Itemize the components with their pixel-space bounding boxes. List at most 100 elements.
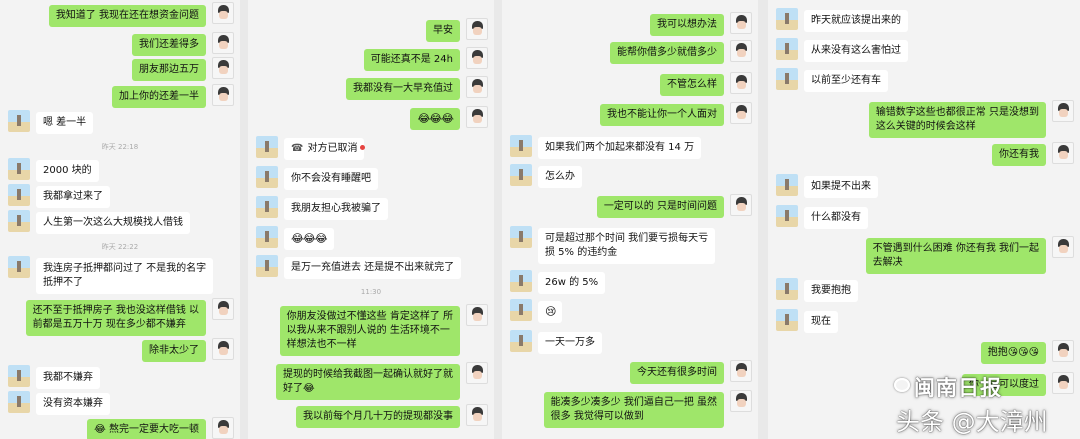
avatar[interactable]: [256, 255, 278, 277]
avatar[interactable]: [510, 135, 532, 157]
message-bubble: 我要抱抱: [804, 280, 858, 302]
message-bubble: 我都不嫌弃: [36, 367, 100, 389]
message-bubble: 我知道了 我现在还在想资金问题: [48, 5, 206, 27]
avatar[interactable]: [8, 391, 30, 413]
avatar[interactable]: [730, 72, 752, 94]
message-bubble: 没有资本嫌弃: [36, 393, 110, 415]
message-bubble: 什么都没有: [804, 207, 868, 229]
avatar[interactable]: [510, 299, 532, 321]
avatar[interactable]: [730, 390, 752, 412]
message-bubble: 如果提不出来: [804, 176, 878, 198]
message-bubble: 昨天就应该提出来的: [804, 10, 908, 32]
message-bubble: 😂 熬完一定要大吃一顿: [87, 419, 206, 439]
avatar[interactable]: [1052, 340, 1074, 362]
message-bubble: 26w 的 5%: [538, 272, 606, 294]
avatar[interactable]: [212, 338, 234, 360]
avatar[interactable]: [466, 18, 488, 40]
avatar[interactable]: [8, 110, 30, 132]
avatar[interactable]: [8, 256, 30, 278]
chat-screenshot-1: 我知道了 我现在还在想资金问题 我们还差得多 朋友那边五万 加上你的还差一半 嗯…: [0, 0, 240, 439]
message-bubble: 从来没有这么害怕过: [804, 40, 908, 62]
message-bubble: 嗯 差一半: [36, 112, 94, 134]
message-bubble: 人生第一次这么大规模找人借钱: [36, 212, 190, 234]
message-bubble: 朋友那边五万: [132, 59, 206, 81]
chat-screenshot-3: 我可以想办法 能帮你借多少就借多少 不管怎么样 我也不能让你一个人面对 如果我们…: [502, 0, 758, 439]
avatar[interactable]: [256, 196, 278, 218]
message-bubble: 还不至于抵押房子 我也没这样借钱 以 前都是五万十万 现在多少都不嫌弃: [25, 300, 206, 336]
avatar[interactable]: [8, 158, 30, 180]
message-bubble: 我朋友担心我被骗了: [284, 198, 388, 220]
watermark-account: 头条 @大漳州: [896, 408, 1048, 436]
avatar[interactable]: [212, 84, 234, 106]
avatar[interactable]: [1052, 236, 1074, 258]
avatar[interactable]: [510, 164, 532, 186]
avatar[interactable]: [730, 40, 752, 62]
message-bubble: 你还有我: [992, 144, 1046, 166]
timestamp: 11:30: [360, 288, 382, 296]
avatar[interactable]: [256, 136, 278, 158]
chat-screenshot-2: 早安 可能还真不是 24h 我都没有一大早充值过 😂😂😂 ☎ 对方已取消 你不会没…: [248, 0, 494, 439]
message-bubble: 可是超过那个时间 我们要亏损每天亏 损 5% 的违约金: [538, 228, 716, 264]
avatar[interactable]: [1052, 100, 1074, 122]
avatar[interactable]: [776, 174, 798, 196]
avatar[interactable]: [212, 57, 234, 79]
message-bubble: 😢: [538, 301, 563, 323]
avatar[interactable]: [730, 12, 752, 34]
message-bubble: 我都没有一大早充值过: [346, 78, 460, 100]
message-bubble: 我也不能让你一个人面对: [600, 104, 724, 126]
message-bubble: 😂😂😂: [284, 228, 334, 250]
avatar[interactable]: [730, 194, 752, 216]
avatar[interactable]: [8, 184, 30, 206]
avatar[interactable]: [510, 330, 532, 352]
avatar[interactable]: [510, 226, 532, 248]
message-bubble: 以前至少还有车: [804, 70, 888, 92]
avatar[interactable]: [212, 2, 234, 24]
avatar[interactable]: [466, 76, 488, 98]
avatar[interactable]: [8, 365, 30, 387]
message-bubble: 我可以想办法: [650, 14, 724, 36]
message-bubble: 你不会没有睡醒吧: [284, 168, 378, 190]
message-bubble: 怎么办: [538, 166, 582, 188]
message-bubble: 早安: [426, 20, 460, 42]
avatar[interactable]: [212, 298, 234, 320]
watermark-source: 闽南日报: [914, 376, 1002, 400]
avatar[interactable]: [8, 210, 30, 232]
avatar[interactable]: [256, 166, 278, 188]
avatar[interactable]: [730, 360, 752, 382]
avatar[interactable]: [776, 8, 798, 30]
avatar[interactable]: [256, 226, 278, 248]
avatar[interactable]: [466, 404, 488, 426]
avatar[interactable]: [510, 270, 532, 292]
avatar[interactable]: [776, 309, 798, 331]
avatar[interactable]: [466, 47, 488, 69]
message-bubble: 今天还有很多时间: [630, 362, 724, 384]
message-bubble: 提现的时候给我截图一起确认就好了就 好了😂: [276, 364, 460, 400]
message-bubble: 是万一充值进去 还是提不出来就完了: [284, 257, 462, 279]
message-bubble: 不管遇到什么困难 你还有我 我们一起 去解决: [865, 238, 1046, 274]
timestamp: 昨天 22:18: [101, 143, 139, 151]
message-bubble: 输错数字这些也都很正常 只是没想到 这么关键的时候会这样: [868, 102, 1046, 138]
call-cancelled-label: 对方已取消: [307, 143, 358, 154]
avatar[interactable]: [776, 68, 798, 90]
avatar[interactable]: [466, 362, 488, 384]
avatar[interactable]: [730, 102, 752, 124]
message-bubble: 抱抱😘😘😘: [980, 342, 1046, 364]
avatar[interactable]: [466, 106, 488, 128]
message-bubble: 一定可以的 只是时间问题: [596, 196, 724, 218]
avatar[interactable]: [776, 38, 798, 60]
unread-dot: [360, 145, 365, 150]
message-bubble: 我们还差得多: [132, 34, 206, 56]
message-bubble: 如果我们两个加起来都没有 14 万: [538, 137, 702, 159]
avatar[interactable]: [776, 205, 798, 227]
avatar[interactable]: [1052, 142, 1074, 164]
avatar[interactable]: [212, 417, 234, 439]
avatar[interactable]: [466, 304, 488, 326]
watermark: 闽南日报 头条 @大漳州: [884, 372, 1074, 436]
chat-screenshot-4: 昨天就应该提出来的 从来没有这么害怕过 以前至少还有车 输错数字这些也都很正常 …: [768, 0, 1080, 439]
message-bubble: 除非太少了: [142, 340, 206, 362]
message-bubble: 一天一万多: [538, 332, 602, 354]
wechat-icon: [894, 378, 910, 392]
avatar[interactable]: [776, 278, 798, 300]
avatar[interactable]: [212, 32, 234, 54]
message-bubble: 😂😂😂: [410, 108, 460, 130]
